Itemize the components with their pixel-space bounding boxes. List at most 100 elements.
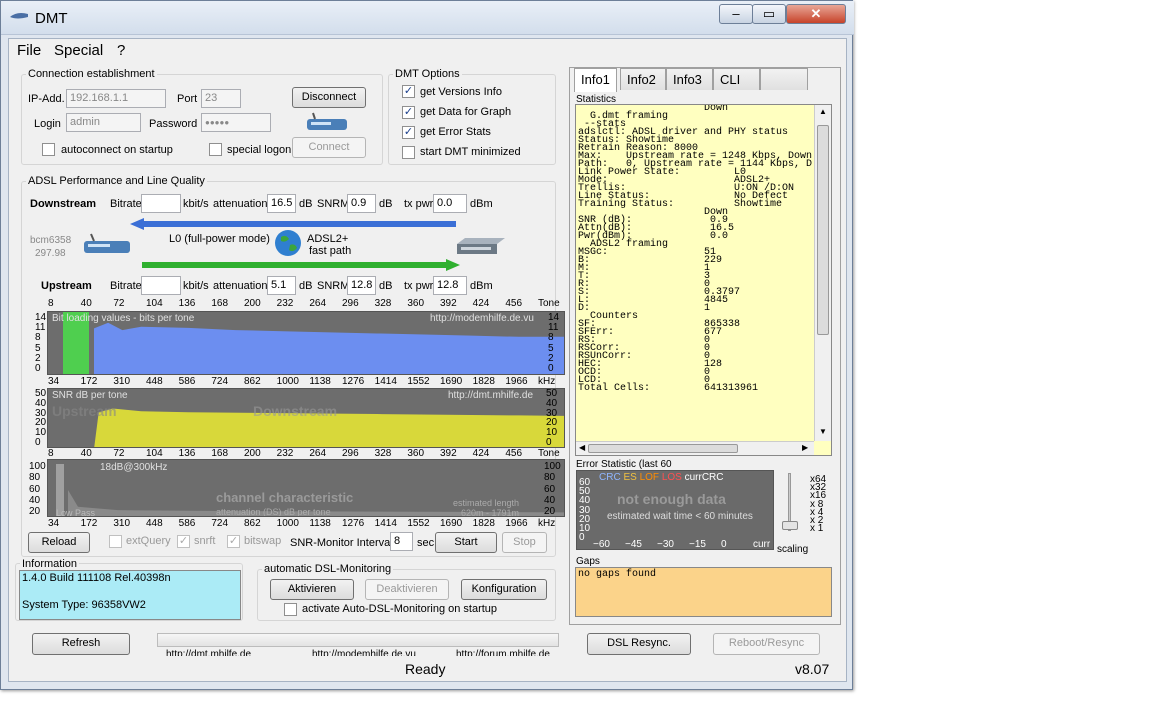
- scale-label: 1138: [309, 518, 331, 529]
- maximize-button[interactable]: ▭: [752, 4, 786, 24]
- scroll-thumb[interactable]: [817, 125, 829, 335]
- down-snrm-field[interactable]: 0.9: [347, 194, 376, 213]
- error-stats-checkbox[interactable]: ✓: [402, 126, 415, 139]
- scroll-up-icon[interactable]: ▲: [819, 107, 827, 116]
- link-modemhilfe[interactable]: http://modemhilfe.de.vu: [312, 649, 416, 656]
- window-title: DMT: [35, 10, 68, 27]
- auto-monitoring-checkbox[interactable]: [284, 603, 297, 616]
- scale-label: 1966: [505, 376, 528, 387]
- scale-label: 724: [211, 376, 229, 387]
- snrft-checkbox[interactable]: ✓: [177, 535, 190, 548]
- bits-title: Bit loading values - bits per tone: [52, 313, 195, 324]
- deactivate-button[interactable]: Deaktivieren: [365, 579, 449, 600]
- dsl-resync-button[interactable]: DSL Resync.: [587, 633, 691, 655]
- menu-special[interactable]: Special: [54, 42, 103, 59]
- snr-right-scale: 50 40 30 20 10 0: [546, 388, 560, 448]
- client-area: File Special ? Connection establishment …: [8, 38, 847, 682]
- extquery-checkbox[interactable]: [109, 535, 122, 548]
- disconnect-button[interactable]: Disconnect: [292, 87, 366, 108]
- port-field[interactable]: 23: [201, 89, 241, 108]
- tab-empty[interactable]: [760, 68, 808, 90]
- modem-icon: [82, 233, 134, 257]
- scaling-slider[interactable]: [780, 473, 800, 533]
- start-minimized-checkbox[interactable]: [402, 146, 415, 159]
- error-stat-graph: CRC ES LOF LOS currCRC not enough data e…: [576, 470, 774, 550]
- scroll-down-icon[interactable]: ▼: [819, 427, 827, 436]
- close-button[interactable]: ✕: [786, 4, 846, 24]
- link-dmt[interactable]: http://dmt.mhilfe.de: [166, 649, 251, 656]
- snr-watermark: http://dmt.mhilfe.de: [448, 390, 534, 401]
- scale-label: 1690: [440, 518, 463, 529]
- tab-info3[interactable]: Info3: [666, 68, 713, 90]
- scale-label: 448: [146, 376, 163, 387]
- channel-subtitle: attenuation (DS) dB per tone: [216, 507, 331, 517]
- scale-label: −45: [625, 539, 642, 550]
- scale-label: Tone: [538, 298, 560, 309]
- slider-thumb[interactable]: [782, 521, 798, 530]
- statistics-vscroll[interactable]: ▲ ▼: [814, 105, 831, 441]
- bits-left-scale: 14 11 8 5 2 0: [35, 312, 47, 374]
- up-attenuation-unit: dB: [299, 280, 313, 292]
- scale-label: 200: [244, 298, 261, 309]
- scale-label: 40: [29, 494, 41, 506]
- connect-button[interactable]: Connect: [292, 137, 366, 158]
- channel-watermark: channel characteristic: [216, 490, 354, 505]
- scale-label: 1414: [374, 518, 397, 529]
- scale-label: 60: [544, 483, 556, 495]
- autoconnect-checkbox[interactable]: [42, 143, 55, 156]
- upstream-label: Upstream: [41, 280, 92, 292]
- password-field[interactable]: ●●●●●: [201, 113, 271, 132]
- menu-file[interactable]: File: [17, 42, 41, 59]
- activate-button[interactable]: Aktivieren: [270, 579, 354, 600]
- statistics-hscroll[interactable]: ◀ ▶: [576, 441, 814, 455]
- scale-label: 310: [113, 376, 131, 387]
- snr-graph: SNR dB per tone http://dmt.mhilfe.de Ups…: [47, 388, 565, 448]
- main-window: DMT – ▭ ✕ File Special ? Connection esta…: [0, 0, 854, 690]
- scroll-left-icon[interactable]: ◀: [579, 443, 585, 452]
- tab-cli[interactable]: CLI: [713, 68, 760, 90]
- minimize-button[interactable]: –: [719, 4, 753, 24]
- ch-left-scale: 100 80 60 40 20: [29, 461, 47, 517]
- hscroll-thumb[interactable]: [588, 444, 738, 453]
- config-button[interactable]: Konfiguration: [461, 579, 547, 600]
- down-bitrate-field[interactable]: [141, 194, 181, 213]
- port-label: Port: [177, 93, 198, 105]
- down-attenuation-field[interactable]: 16.5: [267, 194, 296, 213]
- refresh-button[interactable]: Refresh: [32, 633, 130, 655]
- bitswap-checkbox[interactable]: ✓: [227, 535, 240, 548]
- stop-button[interactable]: Stop: [502, 532, 547, 553]
- reload-button[interactable]: Reload: [28, 532, 90, 553]
- up-snrm-field[interactable]: 12.8: [347, 276, 376, 295]
- information-line1: 1.4.0 Build 111108 Rel.40398n: [22, 572, 171, 584]
- down-txpwr-field[interactable]: 0.0: [433, 194, 467, 213]
- special-logon-checkbox[interactable]: [209, 143, 222, 156]
- start-button[interactable]: Start: [435, 532, 497, 553]
- ip-label: IP-Add.: [28, 93, 65, 105]
- scale-label: 72: [113, 448, 125, 459]
- down-txpwr-unit: dBm: [470, 198, 493, 210]
- menu-bar: File Special ?: [9, 39, 846, 61]
- up-attenuation-field[interactable]: 5.1: [267, 276, 296, 295]
- versions-info-checkbox[interactable]: ✓: [402, 85, 415, 98]
- login-field[interactable]: admin: [66, 113, 141, 132]
- graph-data-label: get Data for Graph: [420, 106, 512, 118]
- down-txpwr-label: tx pwr: [404, 198, 434, 210]
- reboot-button[interactable]: Reboot/Resync: [713, 633, 820, 655]
- menu-help[interactable]: ?: [117, 42, 125, 59]
- ip-field[interactable]: 192.168.1.1: [66, 89, 166, 108]
- tab-info1[interactable]: Info1: [574, 68, 617, 92]
- scale-label: 1000: [276, 376, 299, 387]
- bits-watermark: http://modemhilfe.de.vu: [430, 313, 534, 324]
- up-txpwr-field[interactable]: 12.8: [433, 276, 467, 295]
- up-bitrate-field[interactable]: [141, 276, 181, 295]
- tab-info2[interactable]: Info2: [620, 68, 666, 90]
- scale-label: 200: [244, 448, 261, 459]
- scale-label: 448: [146, 518, 163, 529]
- scale-label: 296: [342, 298, 359, 309]
- scale-label: 172: [80, 376, 98, 387]
- scroll-right-icon[interactable]: ▶: [802, 443, 808, 452]
- scale-label: 20: [29, 506, 41, 517]
- graph-data-checkbox[interactable]: ✓: [402, 106, 415, 119]
- monitor-interval-field[interactable]: 8: [390, 532, 413, 551]
- link-forum[interactable]: http://forum.mhilfe.de: [456, 649, 550, 656]
